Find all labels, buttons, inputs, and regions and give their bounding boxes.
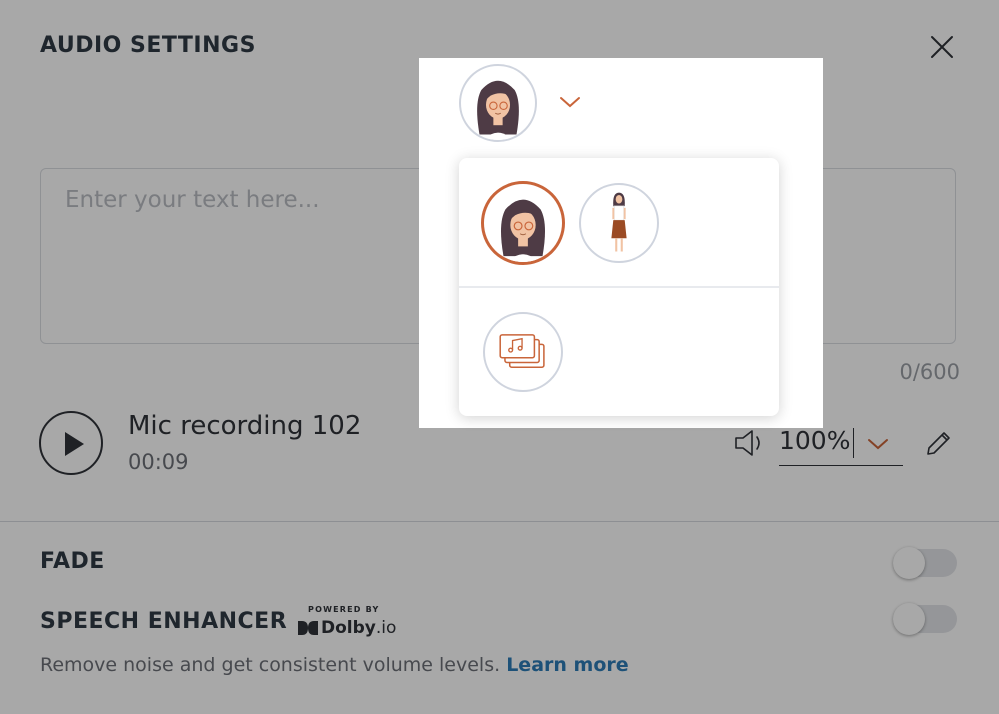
avatar-dropdown-button[interactable] [559,94,581,113]
avatar-option-music[interactable] [483,312,563,392]
avatar-option-full-body[interactable] [579,183,659,263]
current-avatar-button[interactable] [459,64,537,142]
avatar-picker-popover [419,58,823,428]
avatar-option-head[interactable] [481,181,565,265]
menu-separator [459,286,779,288]
chevron-down-icon [560,97,580,108]
music-stack-icon [499,334,545,368]
character-head-icon [477,80,519,140]
character-head-icon [500,199,546,262]
avatar-menu [459,158,779,416]
character-full-body-icon [611,192,627,252]
